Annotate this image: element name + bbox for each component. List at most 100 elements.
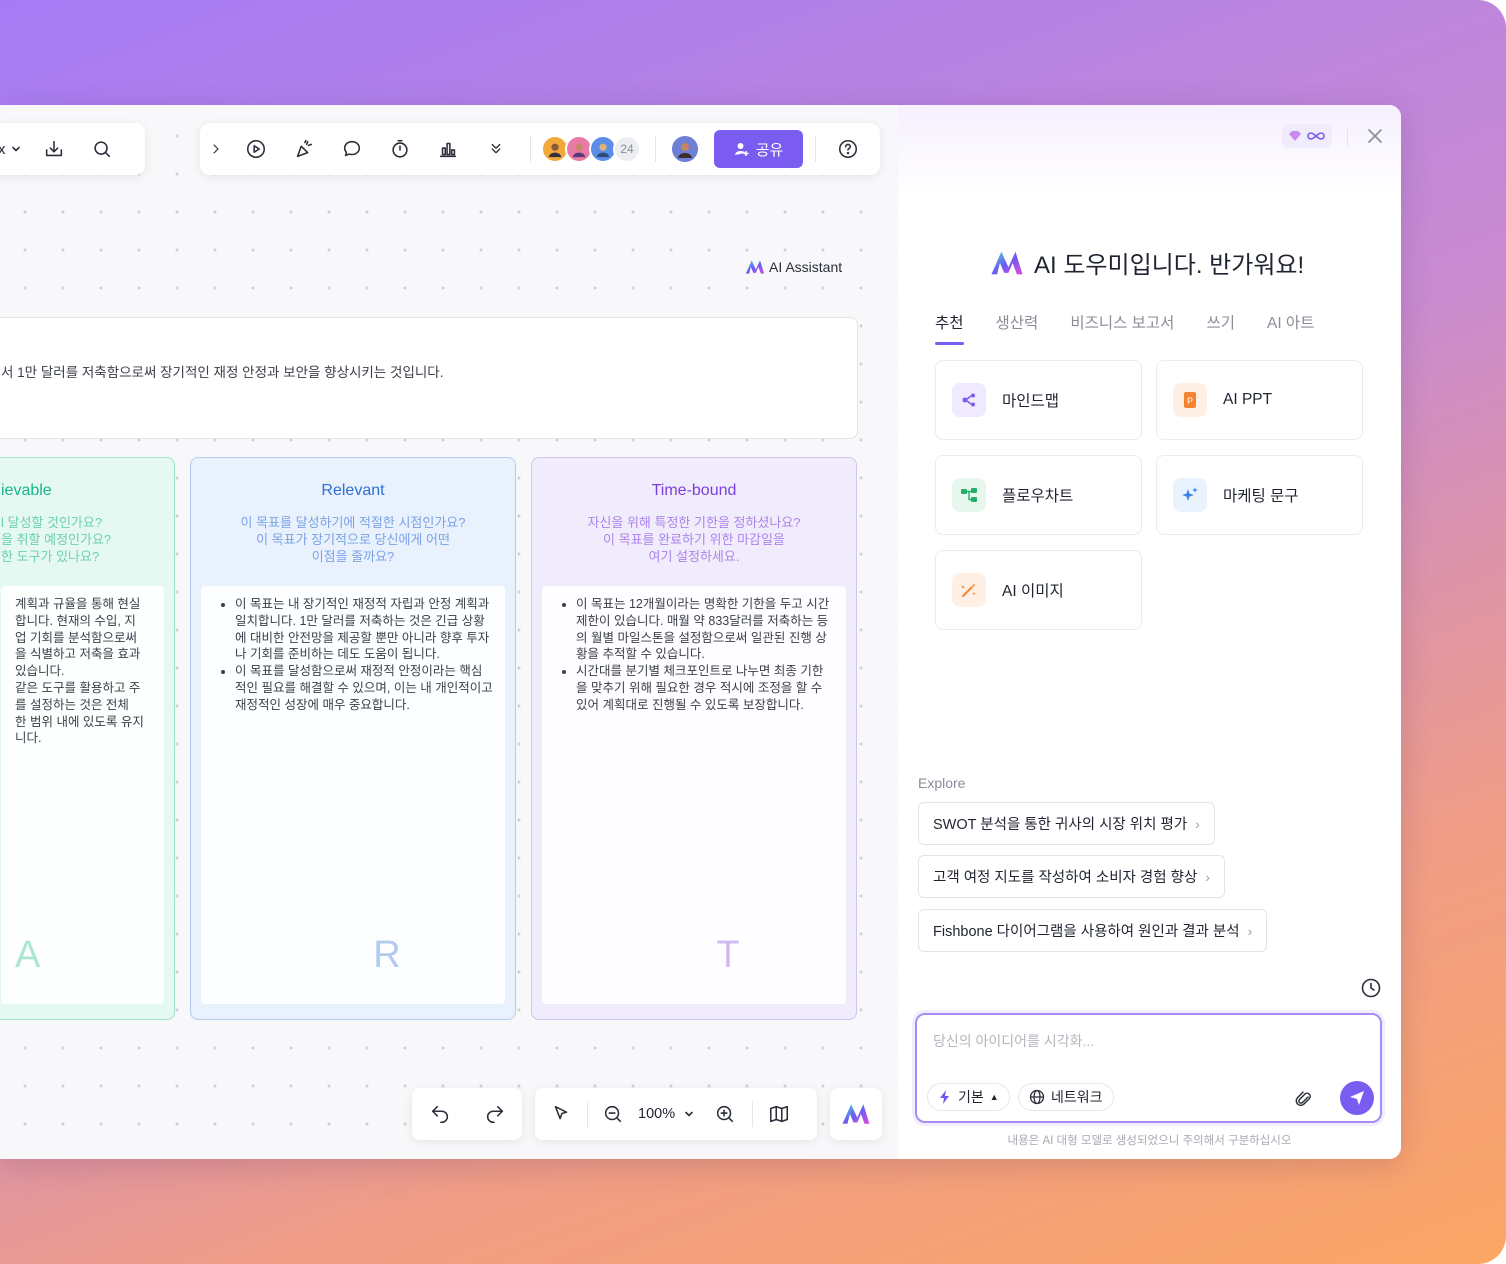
collaborators-group[interactable]: 24 — [541, 135, 641, 163]
comment-icon — [343, 140, 361, 157]
ai-toggle-button[interactable] — [830, 1088, 882, 1140]
smart-card[interactable]: Relevant 이 목표를 달성하기에 적절한 시점인가요? 이 목표가 장기적으… — [190, 457, 516, 1020]
timer-button[interactable] — [376, 123, 424, 175]
card-letter: A — [15, 934, 41, 977]
clock-icon — [1361, 978, 1381, 998]
attach-button[interactable] — [1294, 1089, 1314, 1114]
bullet-list: 계획과 규율을 통해 현실 합니다. 현재의 수입, 지 업 기회를 분석함으로… — [15, 596, 152, 747]
zoom-in-icon — [716, 1105, 734, 1123]
svg-text:P: P — [1187, 396, 1193, 406]
panel-header-glow — [898, 105, 1401, 195]
ai-assistant-tag[interactable]: AI Assistant — [745, 259, 842, 275]
smart-card[interactable]: Time-bound 자신을 위해 특정한 기한을 정하셨나요? 이 목표를 완료하… — [531, 457, 857, 1020]
help-circle-icon — [838, 139, 858, 159]
whiteboard-canvas[interactable]: x 24 공유 AI Assistant 서 1만 달러를 저축함으로써 장기적… — [0, 105, 898, 1159]
redo-button[interactable] — [467, 1088, 522, 1140]
unlimited-badge[interactable] — [1282, 124, 1332, 148]
card-content[interactable]: 이 목표는 내 장기적인 재정적 자립과 안정 계획과 일치합니다. 1만 달러… — [201, 586, 505, 1004]
gem-icon — [1289, 131, 1301, 141]
zoom-level: 100% — [638, 1106, 676, 1122]
tab-ai-art[interactable]: AI 아트 — [1267, 311, 1314, 333]
card-title: Time-bound — [651, 482, 737, 499]
search-button[interactable] — [78, 123, 126, 175]
explore-item-text: Fishbone 다이어그램을 사용하여 원인과 결과 분석 — [933, 924, 1240, 940]
card-content[interactable]: 이 목표는 12개월이라는 명확한 기한을 두고 시간 제한이 있습니다. 매월… — [542, 586, 846, 1004]
feature-label: AI 이미지 — [1002, 583, 1064, 600]
history-bar — [412, 1088, 522, 1140]
minimap-button[interactable] — [753, 1088, 805, 1140]
card-letter: T — [716, 934, 740, 977]
download-button[interactable] — [30, 123, 78, 175]
view-bar: 100% — [535, 1088, 817, 1140]
share-button[interactable]: 공유 — [714, 130, 803, 168]
card-title: ievable — [1, 482, 52, 499]
feature-label: 마인드맵 — [1002, 393, 1060, 410]
toolbar-left: x — [0, 123, 145, 175]
explore-item[interactable]: SWOT 분석을 통한 귀사의 시장 위치 평가 › — [918, 802, 1215, 845]
smart-card[interactable]: ievable l 달성할 것인가요? 을 취할 예정인가요? 한 도구가 있나요? 계… — [0, 457, 175, 1020]
ai-logo-icon — [842, 1104, 870, 1124]
current-user-avatar[interactable] — [670, 134, 700, 164]
tab-productivity[interactable]: 생산력 — [996, 311, 1039, 333]
card-question-line: 이 목표를 달성하기에 적절한 시점인가요? — [240, 515, 466, 530]
divider — [655, 136, 656, 162]
card-questions: 자신을 위해 특정한 기한을 정하셨나요? 이 목표를 완료하기 위한 마감일을 여… — [532, 514, 856, 565]
divider — [1347, 127, 1348, 147]
caret-up-icon: ▲ — [989, 1092, 999, 1102]
background-frame: x 24 공유 AI Assistant 서 1만 달러를 저축함으로써 장기적… — [0, 0, 1506, 1264]
expand-toolbar-button[interactable] — [200, 123, 232, 175]
mode-selector[interactable]: 기본 ▲ — [927, 1083, 1010, 1111]
explore-item[interactable]: 고객 여정 지도를 작성하여 소비자 경험 향상 › — [918, 855, 1225, 898]
feature-ai-ppt[interactable]: P AI PPT — [1156, 360, 1363, 440]
vote-button[interactable] — [424, 123, 472, 175]
search-icon — [94, 141, 111, 158]
person-icon — [572, 143, 586, 158]
zoom-out-button[interactable] — [588, 1088, 638, 1140]
zoom-out-icon — [604, 1105, 622, 1123]
card-content[interactable]: 계획과 규율을 통해 현실 합니다. 현재의 수입, 지 업 기회를 분석함으로… — [1, 586, 164, 1004]
divider — [530, 136, 531, 162]
feature-label: 마케팅 문구 — [1223, 488, 1299, 505]
close-icon — [1368, 129, 1382, 143]
close-panel-button[interactable] — [1364, 125, 1386, 152]
tab-business-report[interactable]: 비즈니스 보고서 — [1070, 311, 1174, 333]
card-question-line: 이 목표를 완료하기 위한 마감일을 — [603, 532, 785, 547]
comment-button[interactable] — [328, 123, 376, 175]
help-button[interactable] — [824, 123, 872, 175]
explore-label: Explore — [918, 775, 966, 791]
tab-writing[interactable]: 쓰기 — [1206, 311, 1235, 333]
mode-label: 기본 — [958, 1089, 984, 1105]
file-menu-dropdown[interactable]: x — [0, 141, 30, 158]
celebrate-button[interactable] — [280, 123, 328, 175]
ai-assistant-label: AI Assistant — [769, 259, 843, 275]
more-tools-button[interactable] — [472, 123, 520, 175]
feature-marketing-copy[interactable]: 마케팅 문구 — [1156, 455, 1363, 535]
panel-title-text: AI 도우미입니다. 반가워요! — [1034, 252, 1305, 279]
tab-recommended[interactable]: 추천 — [935, 311, 964, 345]
feature-mindmap[interactable]: 마인드맵 — [935, 360, 1142, 440]
goal-text-box[interactable]: 서 1만 달러를 저축함으로써 장기적인 재정 안정과 보안을 향상시키는 것입… — [0, 317, 858, 439]
zoom-in-button[interactable] — [702, 1088, 748, 1140]
history-button[interactable] — [1360, 977, 1382, 1004]
panel-title: AI 도우미입니다. 반가워요! — [990, 245, 1304, 280]
send-button[interactable] — [1340, 1081, 1374, 1115]
bullet-item: 이 목표는 12개월이라는 명확한 기한을 두고 시간 제한이 있습니다. 매월… — [576, 596, 834, 663]
network-toggle[interactable]: 네트워크 — [1018, 1083, 1114, 1111]
paperclip-icon — [1295, 1091, 1311, 1107]
feature-flowchart[interactable]: 플로우차트 — [935, 455, 1142, 535]
lightning-icon — [940, 1090, 949, 1104]
prompt-input[interactable]: 당신의 아이디어를 시각화... — [933, 1031, 1094, 1051]
undo-button[interactable] — [412, 1088, 467, 1140]
explore-item-text: 고객 여정 지도를 작성하여 소비자 경험 향상 — [933, 870, 1198, 886]
present-button[interactable] — [232, 123, 280, 175]
ai-logo-icon — [745, 260, 765, 274]
bullet-item: 이 목표를 달성함으로써 재정적 안정이라는 핵심적인 필요를 해결할 수 있으… — [235, 663, 493, 713]
divider — [815, 136, 816, 162]
explore-item[interactable]: Fishbone 다이어그램을 사용하여 원인과 결과 분석 › — [918, 909, 1268, 952]
zoom-level-dropdown[interactable]: 100% — [638, 1106, 702, 1122]
ppt-icon: P — [1173, 383, 1207, 417]
select-tool-button[interactable] — [535, 1088, 587, 1140]
feature-ai-image[interactable]: AI 이미지 — [935, 550, 1142, 630]
download-icon — [45, 140, 63, 157]
prompt-input-box[interactable]: 당신의 아이디어를 시각화... 기본 ▲ 네트워크 — [915, 1013, 1382, 1123]
